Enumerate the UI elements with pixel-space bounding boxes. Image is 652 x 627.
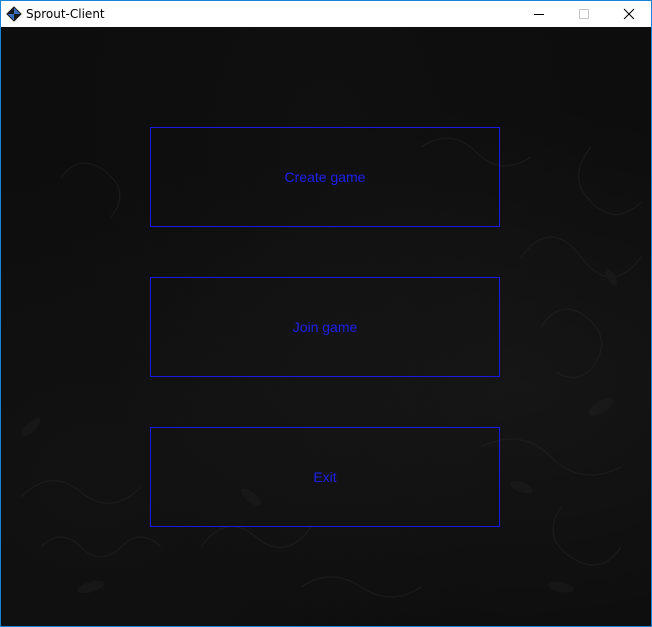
minimize-icon xyxy=(533,14,544,15)
app-window: Sprout-Client Create game Join game Exit xyxy=(0,0,652,627)
join-game-label: Join game xyxy=(292,319,358,335)
title-bar[interactable]: Sprout-Client xyxy=(1,1,651,27)
app-icon xyxy=(6,6,22,22)
exit-label: Exit xyxy=(313,469,337,485)
close-button[interactable] xyxy=(606,1,651,27)
join-game-button[interactable]: Join game xyxy=(150,277,500,377)
close-icon xyxy=(623,8,634,20)
window-title: Sprout-Client xyxy=(26,7,105,21)
create-game-button[interactable]: Create game xyxy=(150,127,500,227)
create-game-label: Create game xyxy=(284,169,366,185)
main-menu-area: Create game Join game Exit xyxy=(1,27,651,626)
minimize-button[interactable] xyxy=(516,1,561,27)
maximize-icon xyxy=(578,9,589,19)
maximize-button[interactable] xyxy=(561,1,606,27)
exit-button[interactable]: Exit xyxy=(150,427,500,527)
